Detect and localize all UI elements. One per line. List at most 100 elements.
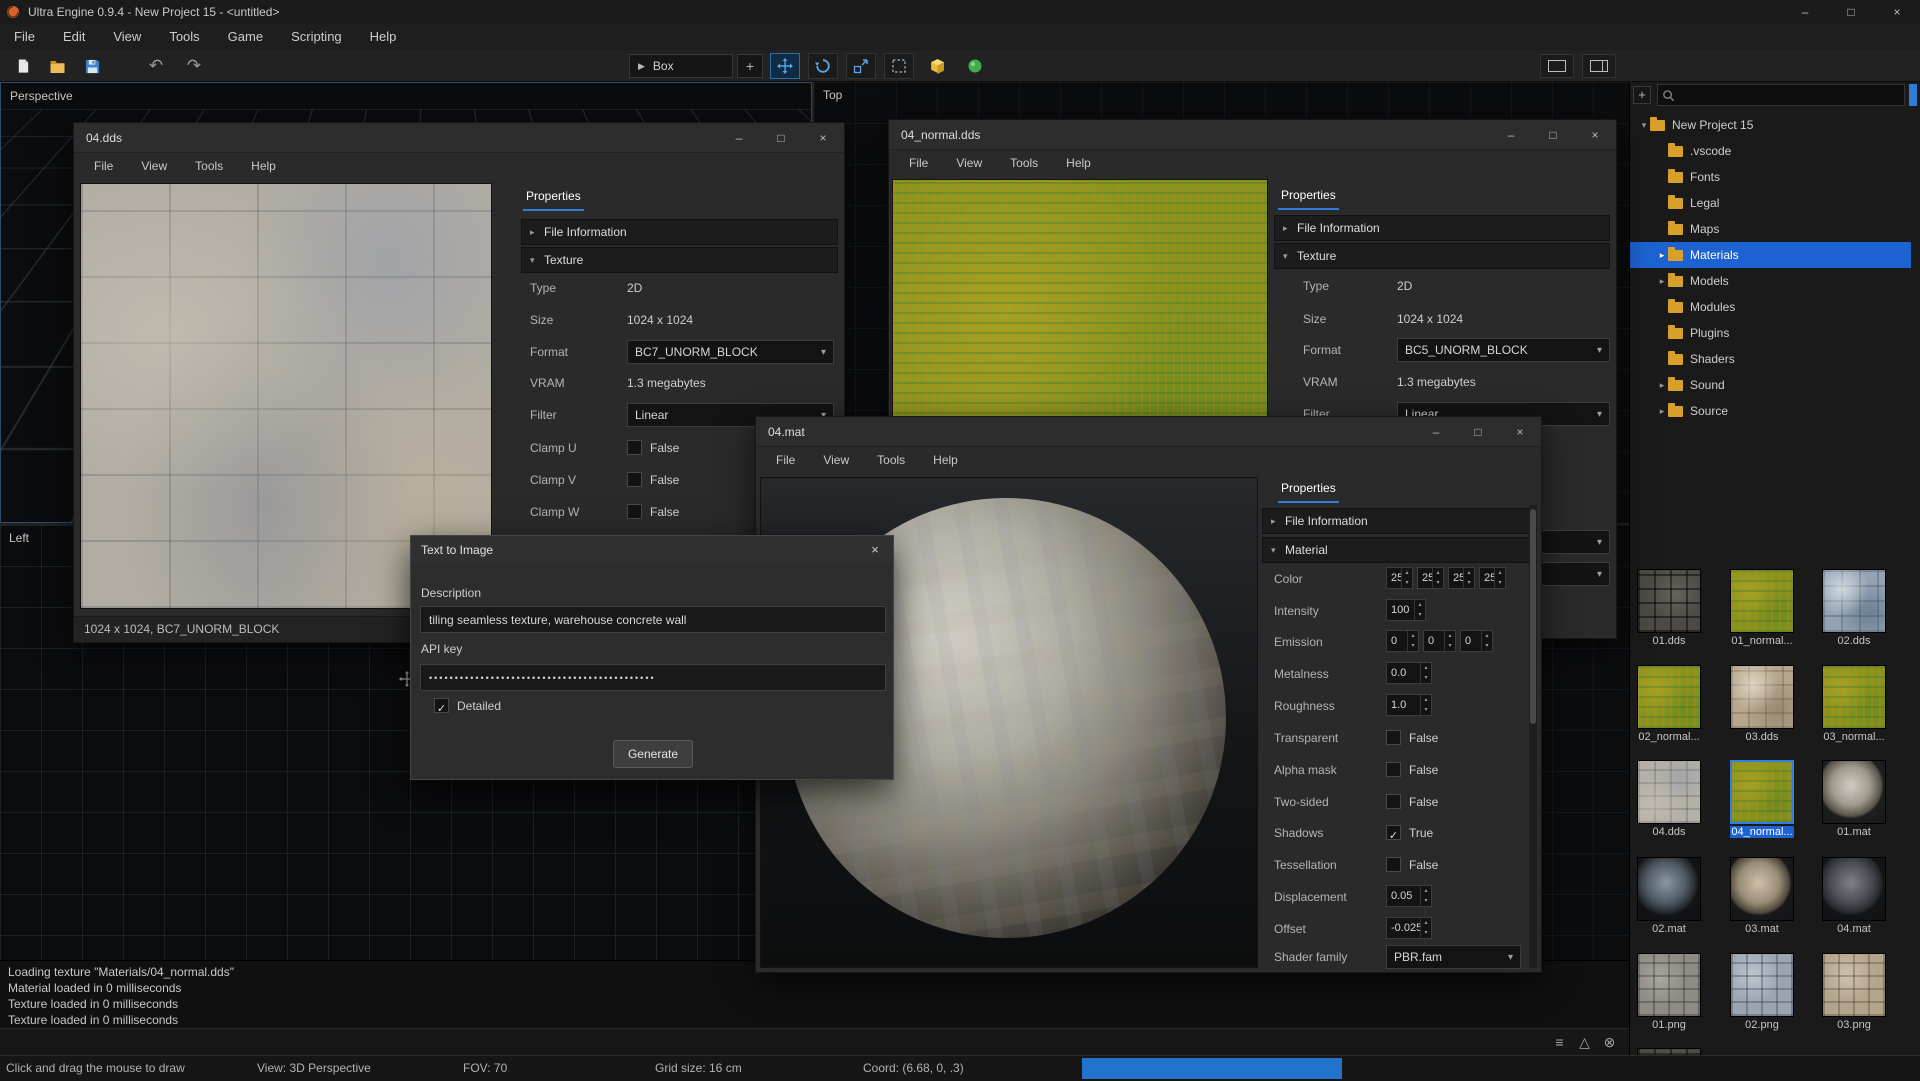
window-titlebar[interactable]: 04.dds – □ ×: [74, 123, 844, 153]
tree-item-materials[interactable]: ▸Materials: [1630, 242, 1911, 268]
format-dropdown[interactable]: BC7_UNORM_BLOCK: [627, 340, 834, 364]
menu-help[interactable]: Help: [919, 447, 972, 474]
scale-tool-button[interactable]: [846, 53, 876, 79]
clamp-v-checkbox[interactable]: [627, 472, 642, 487]
generate-button[interactable]: Generate: [613, 740, 693, 768]
close-button[interactable]: ×: [1874, 0, 1920, 24]
layout-single-button[interactable]: [1540, 54, 1574, 78]
spinner-arrows-icon[interactable]: [1407, 631, 1418, 651]
layout-split-button[interactable]: [1582, 54, 1616, 78]
asset-04normal-selected[interactable]: 04_normal...: [1730, 760, 1794, 838]
spinner-arrows-icon[interactable]: [1401, 568, 1412, 588]
asset-search-box[interactable]: [1657, 84, 1905, 106]
panel-scrollbar-thumb[interactable]: [1909, 84, 1917, 106]
shadows-checkbox[interactable]: [1386, 825, 1401, 840]
color-r-spinner[interactable]: 25: [1386, 567, 1413, 589]
console-menu-icon[interactable]: ≡: [1549, 1032, 1570, 1053]
metalness-spinner[interactable]: 0.0: [1386, 662, 1432, 684]
section-texture[interactable]: ▾ Texture: [1274, 243, 1610, 269]
asset-partial[interactable]: [1637, 1048, 1701, 1055]
displacement-spinner[interactable]: 0.05: [1386, 885, 1432, 907]
scrollbar-thumb[interactable]: [1530, 509, 1536, 724]
asset-03dds[interactable]: 03.dds: [1730, 665, 1794, 743]
alpha-mask-checkbox[interactable]: [1386, 762, 1401, 777]
maximize-button[interactable]: □: [760, 123, 802, 153]
menu-tools[interactable]: Tools: [181, 153, 237, 180]
section-file-information[interactable]: ▸ File Information: [521, 219, 838, 245]
tree-item-plugins[interactable]: Plugins: [1630, 320, 1911, 346]
asset-03png[interactable]: 03.png: [1822, 953, 1886, 1031]
close-button[interactable]: ×: [1499, 417, 1541, 447]
tab-properties[interactable]: Properties: [523, 185, 584, 211]
move-tool-button[interactable]: [770, 53, 800, 79]
menu-tools[interactable]: Tools: [863, 447, 919, 474]
asset-04mat[interactable]: 04.mat: [1822, 857, 1886, 935]
api-key-input[interactable]: [420, 664, 886, 691]
menu-help[interactable]: Help: [1052, 150, 1105, 177]
menu-file[interactable]: File: [80, 153, 127, 180]
spinner-arrows-icon[interactable]: [1444, 631, 1455, 651]
description-input[interactable]: [420, 606, 886, 633]
properties-scrollbar[interactable]: [1529, 505, 1537, 968]
color-a-spinner[interactable]: 25: [1479, 567, 1506, 589]
tree-item-models[interactable]: ▸Models: [1630, 268, 1911, 294]
asset-02normal[interactable]: 02_normal...: [1637, 665, 1701, 743]
maximize-button[interactable]: □: [1457, 417, 1499, 447]
menu-file[interactable]: File: [895, 150, 942, 177]
tessellation-checkbox[interactable]: [1386, 857, 1401, 872]
redo-button[interactable]: ↷: [181, 53, 207, 79]
menu-view[interactable]: View: [127, 153, 181, 180]
asset-02mat[interactable]: 02.mat: [1637, 857, 1701, 935]
emission-b-spinner[interactable]: 0: [1460, 630, 1493, 652]
save-button[interactable]: [79, 53, 105, 79]
spinner-arrows-icon[interactable]: [1494, 568, 1505, 588]
menu-scripting[interactable]: Scripting: [277, 24, 356, 50]
rotate-tool-button[interactable]: [808, 53, 838, 79]
open-project-button[interactable]: [44, 53, 70, 79]
transparent-checkbox[interactable]: [1386, 730, 1401, 745]
emission-g-spinner[interactable]: 0: [1423, 630, 1456, 652]
section-texture[interactable]: ▾ Texture: [521, 247, 838, 273]
spinner-arrows-icon[interactable]: [1414, 600, 1425, 620]
minimize-button[interactable]: –: [718, 123, 760, 153]
primitive-dropdown[interactable]: ▶ Box: [629, 54, 733, 78]
dialog-titlebar[interactable]: Text to Image ×: [411, 536, 893, 564]
menu-file[interactable]: File: [762, 447, 809, 474]
add-asset-button[interactable]: +: [1633, 86, 1651, 104]
window-titlebar[interactable]: 04.mat – □ ×: [756, 417, 1541, 447]
asset-01png[interactable]: 01.png: [1637, 953, 1701, 1031]
window-titlebar[interactable]: 04_normal.dds – □ ×: [889, 120, 1616, 150]
menu-help[interactable]: Help: [356, 24, 411, 50]
tree-root[interactable]: ▾ New Project 15: [1630, 112, 1911, 138]
format-dropdown[interactable]: BC5_UNORM_BLOCK: [1397, 338, 1610, 362]
chevron-right-icon[interactable]: ▸: [1656, 380, 1668, 391]
close-button[interactable]: ×: [1574, 120, 1616, 150]
menu-view[interactable]: View: [99, 24, 155, 50]
tree-item-maps[interactable]: Maps: [1630, 216, 1911, 242]
minimize-button[interactable]: –: [1782, 0, 1828, 24]
asset-02dds[interactable]: 02.dds: [1822, 569, 1886, 647]
menu-game[interactable]: Game: [214, 24, 277, 50]
spinner-arrows-icon[interactable]: [1420, 886, 1431, 906]
intensity-spinner[interactable]: 100: [1386, 599, 1426, 621]
add-primitive-button[interactable]: +: [737, 54, 763, 78]
chevron-right-icon[interactable]: ▸: [1656, 276, 1668, 287]
clamp-u-checkbox[interactable]: [627, 440, 642, 455]
spinner-arrows-icon[interactable]: [1420, 663, 1431, 683]
menu-tools[interactable]: Tools: [155, 24, 213, 50]
tree-item-vscode[interactable]: .vscode: [1630, 138, 1911, 164]
menu-tools[interactable]: Tools: [996, 150, 1052, 177]
asset-01normal[interactable]: 01_normal...: [1730, 569, 1794, 647]
maximize-button[interactable]: □: [1532, 120, 1574, 150]
color-g-spinner[interactable]: 25: [1417, 567, 1444, 589]
close-button[interactable]: ×: [802, 123, 844, 153]
chevron-right-icon[interactable]: ▸: [1656, 406, 1668, 417]
minimize-button[interactable]: –: [1490, 120, 1532, 150]
color-b-spinner[interactable]: 25: [1448, 567, 1475, 589]
close-icon[interactable]: ×: [857, 536, 893, 564]
select-tool-button[interactable]: [884, 53, 914, 79]
chevron-right-icon[interactable]: ▸: [1656, 250, 1668, 261]
detailed-checkbox[interactable]: [434, 698, 449, 713]
section-file-information[interactable]: ▸ File Information: [1274, 215, 1610, 241]
spinner-arrows-icon[interactable]: [1432, 568, 1443, 588]
